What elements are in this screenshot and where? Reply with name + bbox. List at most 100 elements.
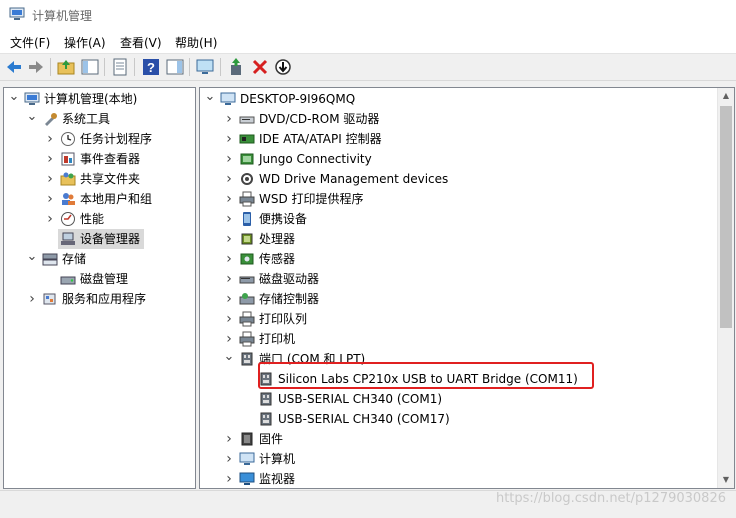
scrollbar-thumb[interactable] bbox=[720, 106, 732, 328]
scroll-up-icon[interactable]: ▲ bbox=[718, 88, 734, 104]
console-tree-item-label: 共享文件夹 bbox=[80, 172, 141, 186]
console-tree-item[interactable]: › 服务和应用程序 bbox=[4, 289, 195, 309]
chevron-right-icon[interactable]: › bbox=[26, 292, 38, 306]
chevron-right-icon[interactable]: › bbox=[223, 232, 235, 246]
console-tree-item[interactable]: 设备管理器 bbox=[4, 229, 195, 249]
console-tree-item-label: 性能 bbox=[80, 212, 105, 226]
menu-file[interactable]: 文件(F) bbox=[10, 34, 50, 51]
vertical-scrollbar[interactable]: ▲ ▼ bbox=[717, 88, 734, 488]
console-tree-item[interactable]: › 任务计划程序 bbox=[4, 129, 195, 149]
console-tree-item-label: 存储 bbox=[62, 252, 87, 266]
device-tree-item[interactable]: › 磁盘驱动器 bbox=[200, 269, 734, 289]
disk-management-icon bbox=[60, 276, 76, 285]
chevron-right-icon[interactable]: › bbox=[223, 252, 235, 266]
chevron-right-icon[interactable]: › bbox=[223, 112, 235, 126]
device-tree-item[interactable]: USB-SERIAL CH340 (COM17) bbox=[200, 409, 734, 429]
chevron-right-icon[interactable]: › bbox=[223, 152, 235, 166]
device-tree-item[interactable]: › Jungo Connectivity bbox=[200, 149, 734, 169]
console-tree-item-label: 服务和应用程序 bbox=[62, 292, 147, 306]
device-tree-item-label: IDE ATA/ATAPI 控制器 bbox=[259, 132, 382, 146]
console-tree-item[interactable]: › 事件查看器 bbox=[4, 149, 195, 169]
forward-arrow-icon[interactable] bbox=[26, 57, 46, 77]
chevron-right-icon[interactable]: › bbox=[223, 332, 235, 346]
chevron-right-icon[interactable]: › bbox=[223, 472, 235, 486]
clock-icon bbox=[61, 132, 75, 146]
up-folder-icon[interactable] bbox=[56, 57, 76, 77]
chevron-right-icon[interactable]: › bbox=[223, 272, 235, 286]
chevron-right-icon[interactable]: › bbox=[44, 192, 56, 206]
chevron-right-icon[interactable]: › bbox=[223, 452, 235, 466]
device-tree-item-label: WSD 打印提供程序 bbox=[259, 192, 364, 206]
chevron-right-icon[interactable]: › bbox=[223, 212, 235, 226]
device-tree-item[interactable]: › 固件 bbox=[200, 429, 734, 449]
device-tree-item[interactable]: › WSD 打印提供程序 bbox=[200, 189, 734, 209]
device-tree-item[interactable]: › 便携设备 bbox=[200, 209, 734, 229]
chevron-right-icon[interactable]: › bbox=[223, 292, 235, 306]
device-tree-item-label: 存储控制器 bbox=[259, 292, 320, 306]
scroll-down-icon[interactable]: ▼ bbox=[718, 472, 734, 488]
console-tree-item[interactable]: ⌄ 计算机管理(本地) bbox=[4, 89, 195, 109]
title-bar: 计算机管理 bbox=[0, 0, 736, 30]
console-tree-item[interactable]: 磁盘管理 bbox=[4, 269, 195, 289]
highlight-annotation bbox=[258, 362, 594, 389]
device-tree-item[interactable]: › 打印机 bbox=[200, 329, 734, 349]
device-tree-item[interactable]: › DVD/CD-ROM 驱动器 bbox=[200, 109, 734, 129]
chevron-right-icon[interactable]: › bbox=[223, 172, 235, 186]
console-tree-item[interactable]: ⌄ 存储 bbox=[4, 249, 195, 269]
toolbar: ? bbox=[0, 54, 736, 81]
users-icon bbox=[62, 193, 75, 205]
chevron-down-icon[interactable]: ⌄ bbox=[223, 350, 235, 366]
console-tree-pane[interactable]: ⌄ 计算机管理(本地) ⌄ 系统工具 › 任务计划程序 › 事件查看器 › 共享文件夹 › 本地用户和… bbox=[3, 87, 196, 489]
uninstall-device-icon[interactable] bbox=[250, 57, 270, 77]
ide-controller-icon bbox=[239, 134, 255, 144]
device-tree-item[interactable]: USB-SERIAL CH340 (COM1) bbox=[200, 389, 734, 409]
port-icon bbox=[241, 352, 253, 366]
device-tree-item[interactable]: › 计算机 bbox=[200, 449, 734, 469]
console-tree-item-label: 磁盘管理 bbox=[80, 272, 129, 286]
help-icon[interactable]: ? bbox=[141, 57, 161, 77]
console-tree-item[interactable]: › 共享文件夹 bbox=[4, 169, 195, 189]
device-tree-item[interactable]: › IDE ATA/ATAPI 控制器 bbox=[200, 129, 734, 149]
chevron-right-icon[interactable]: › bbox=[223, 312, 235, 326]
device-tree-item-label: USB-SERIAL CH340 (COM17) bbox=[278, 412, 450, 426]
processor-icon bbox=[241, 233, 253, 245]
chevron-right-icon[interactable]: › bbox=[44, 152, 56, 166]
menu-action[interactable]: 操作(A) bbox=[64, 34, 106, 51]
jungo-icon bbox=[240, 153, 254, 165]
chevron-right-icon[interactable]: › bbox=[223, 432, 235, 446]
device-tree-item[interactable]: › 监视器 bbox=[200, 469, 734, 488]
console-tree-item[interactable]: › 性能 bbox=[4, 209, 195, 229]
wd-gear-icon bbox=[241, 173, 253, 185]
disk-drive-icon bbox=[239, 276, 255, 284]
menu-view[interactable]: 查看(V) bbox=[120, 34, 162, 51]
show-hide-console-tree-icon[interactable] bbox=[80, 57, 100, 77]
device-tree-item[interactable]: ⌄ DESKTOP-9I96QMQ bbox=[200, 89, 734, 109]
device-tree-item[interactable]: › 存储控制器 bbox=[200, 289, 734, 309]
chevron-right-icon[interactable]: › bbox=[44, 132, 56, 146]
back-arrow-icon[interactable] bbox=[4, 57, 24, 77]
chevron-down-icon[interactable]: ⌄ bbox=[8, 90, 20, 106]
device-tree-item-label: 传感器 bbox=[259, 252, 296, 266]
export-list-icon[interactable] bbox=[110, 57, 130, 77]
device-tree-item[interactable]: › 处理器 bbox=[200, 229, 734, 249]
chevron-down-icon[interactable]: ⌄ bbox=[204, 90, 216, 106]
device-tree-item[interactable]: › 传感器 bbox=[200, 249, 734, 269]
device-tree-item[interactable]: › 打印队列 bbox=[200, 309, 734, 329]
chevron-down-icon[interactable]: ⌄ bbox=[26, 250, 38, 266]
device-tree-item[interactable]: › WD Drive Management devices bbox=[200, 169, 734, 189]
chevron-right-icon[interactable]: › bbox=[223, 192, 235, 206]
chevron-right-icon[interactable]: › bbox=[44, 172, 56, 186]
menu-help[interactable]: 帮助(H) bbox=[175, 34, 217, 51]
device-tree-pane[interactable]: ⌄ DESKTOP-9I96QMQ › DVD/CD-ROM 驱动器 › IDE ATA/… bbox=[199, 87, 735, 489]
chevron-right-icon[interactable]: › bbox=[44, 212, 56, 226]
chevron-down-icon[interactable]: ⌄ bbox=[26, 110, 38, 126]
monitor-icon bbox=[239, 472, 255, 485]
computer-icon bbox=[220, 92, 236, 105]
console-tree-item[interactable]: › 本地用户和组 bbox=[4, 189, 195, 209]
monitor-icon[interactable] bbox=[195, 57, 215, 77]
action-pane-icon[interactable] bbox=[165, 57, 185, 77]
console-tree-item[interactable]: ⌄ 系统工具 bbox=[4, 109, 195, 129]
enable-device-icon[interactable] bbox=[273, 57, 293, 77]
update-driver-icon[interactable] bbox=[227, 57, 247, 77]
chevron-right-icon[interactable]: › bbox=[223, 132, 235, 146]
